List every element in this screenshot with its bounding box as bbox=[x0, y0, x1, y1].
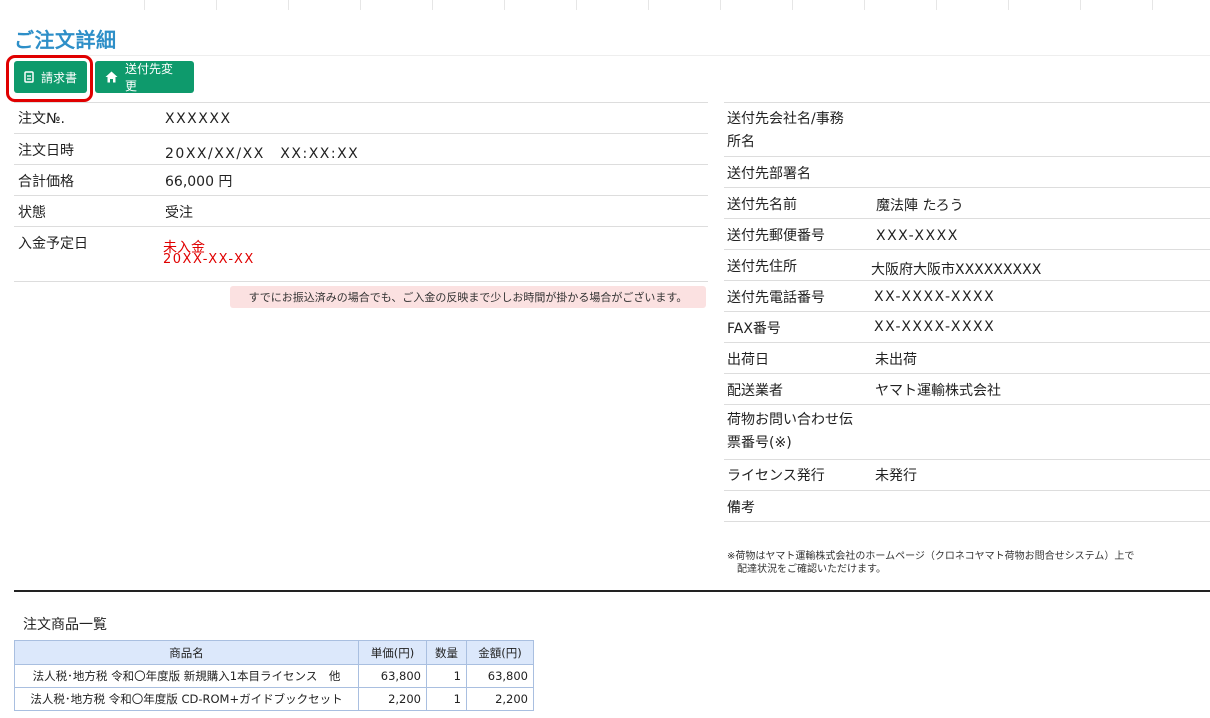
home-icon bbox=[105, 71, 118, 83]
change-shipping-button-label: 送付先変更 bbox=[125, 62, 174, 93]
payment-due-label: 入金予定日 bbox=[18, 236, 88, 252]
order-no-label: 注文№. bbox=[18, 111, 66, 127]
row-divider bbox=[724, 490, 1210, 491]
row-divider bbox=[724, 187, 1210, 188]
row-divider bbox=[724, 311, 1210, 312]
ship-name-value: 魔法陣 たろう bbox=[876, 198, 964, 214]
table-row: 法人税･地方税 令和〇年度版 CD-ROM+ガイドブックセット 2,200 1 … bbox=[14, 687, 534, 711]
status-label: 状態 bbox=[18, 205, 46, 221]
ship-zip-label: 送付先郵便番号 bbox=[727, 228, 825, 244]
tracking-label: 荷物お問い合わせ伝 票番号(※) bbox=[727, 412, 853, 451]
row-divider bbox=[724, 280, 1210, 281]
table-header-product: 商品名 bbox=[14, 640, 359, 665]
tracking-footnote-line1: ※荷物はヤマト運輸株式会社のホームページ（クロネコヤマト荷物お問合せシステム）上… bbox=[727, 551, 1135, 562]
ship-tel-label: 送付先電話番号 bbox=[727, 290, 825, 306]
items-section-title: 注文商品一覧 bbox=[23, 617, 107, 633]
fax-label: FAX番号 bbox=[727, 321, 781, 337]
amount: 2,200 bbox=[466, 687, 534, 711]
ship-zip-value: XXX-XXXX bbox=[876, 228, 959, 244]
product-name: 法人税･地方税 令和〇年度版 新規購入1本目ライセンス 他 bbox=[14, 664, 359, 688]
ship-name-label: 送付先名前 bbox=[727, 197, 797, 213]
quantity: 1 bbox=[426, 687, 467, 711]
carrier-value: ヤマト運輸株式会社 bbox=[875, 383, 1001, 399]
row-divider bbox=[14, 164, 708, 165]
row-divider bbox=[14, 281, 708, 282]
order-date-label: 注文日時 bbox=[18, 143, 74, 159]
invoice-highlight-box bbox=[6, 55, 93, 102]
status-value: 受注 bbox=[165, 205, 193, 221]
quantity: 1 bbox=[426, 664, 467, 688]
row-divider bbox=[724, 102, 1210, 103]
row-divider bbox=[724, 521, 1210, 522]
row-divider bbox=[724, 342, 1210, 343]
payment-due-date: 20XX-XX-XX bbox=[163, 252, 255, 267]
change-shipping-button[interactable]: 送付先変更 bbox=[95, 61, 194, 93]
unit-price: 2,200 bbox=[358, 687, 427, 711]
page-title: ご注文詳細 bbox=[14, 28, 117, 52]
order-no-value: XXXXXX bbox=[165, 111, 232, 127]
ship-dept-label: 送付先部署名 bbox=[727, 166, 811, 182]
title-divider bbox=[14, 55, 1210, 56]
license-value: 未発行 bbox=[875, 468, 917, 484]
row-divider bbox=[724, 249, 1210, 250]
total-price-label: 合計価格 bbox=[18, 174, 74, 190]
license-label: ライセンス発行 bbox=[727, 468, 825, 484]
row-divider bbox=[724, 459, 1210, 460]
remarks-label: 備考 bbox=[727, 500, 755, 516]
fax-value: XX-XXXX-XXXX bbox=[874, 319, 996, 335]
order-items-table: 商品名 単価(円) 数量 金額(円) 法人税･地方税 令和〇年度版 新規購入1本… bbox=[14, 640, 534, 711]
row-divider bbox=[14, 133, 708, 134]
table-header-amount: 金額(円) bbox=[466, 640, 534, 665]
table-header-quantity: 数量 bbox=[426, 640, 467, 665]
section-divider bbox=[14, 590, 1210, 592]
table-header-unit-price: 単価(円) bbox=[358, 640, 427, 665]
ship-date-value: 未出荷 bbox=[875, 352, 917, 368]
order-date-value: 20XX/XX/XX XX:XX:XX bbox=[165, 146, 360, 162]
row-divider bbox=[724, 404, 1210, 405]
row-divider bbox=[724, 218, 1210, 219]
table-row: 法人税･地方税 令和〇年度版 新規購入1本目ライセンス 他 63,800 1 6… bbox=[14, 664, 534, 688]
total-price-value: 66,000 円 bbox=[165, 174, 233, 190]
row-divider bbox=[14, 102, 708, 103]
row-divider bbox=[14, 195, 708, 196]
product-name: 法人税･地方税 令和〇年度版 CD-ROM+ガイドブックセット bbox=[14, 687, 359, 711]
payment-notice: すでにお振込済みの場合でも、ご入金の反映まで少しお時間が掛かる場合がございます。 bbox=[230, 286, 706, 308]
carrier-label: 配送業者 bbox=[727, 383, 783, 399]
top-ruler bbox=[0, 0, 1210, 10]
tracking-footnote-line2: 配達状況をご確認いただけます。 bbox=[737, 564, 886, 575]
ship-tel-value: XX-XXXX-XXXX bbox=[874, 289, 996, 305]
unit-price: 63,800 bbox=[358, 664, 427, 688]
tracking-footnote: ※荷物はヤマト運輸株式会社のホームページ（クロネコヤマト荷物お問合せシステム）上… bbox=[727, 550, 1134, 576]
row-divider bbox=[14, 226, 708, 227]
ship-company-label: 送付先会社名/事務 所名 bbox=[727, 111, 844, 150]
ship-address-label: 送付先住所 bbox=[727, 259, 797, 275]
row-divider bbox=[724, 156, 1210, 157]
ship-address-value: 大阪府大阪市XXXXXXXXX bbox=[871, 262, 1042, 278]
amount: 63,800 bbox=[466, 664, 534, 688]
ship-date-label: 出荷日 bbox=[727, 352, 769, 368]
row-divider bbox=[724, 373, 1210, 374]
